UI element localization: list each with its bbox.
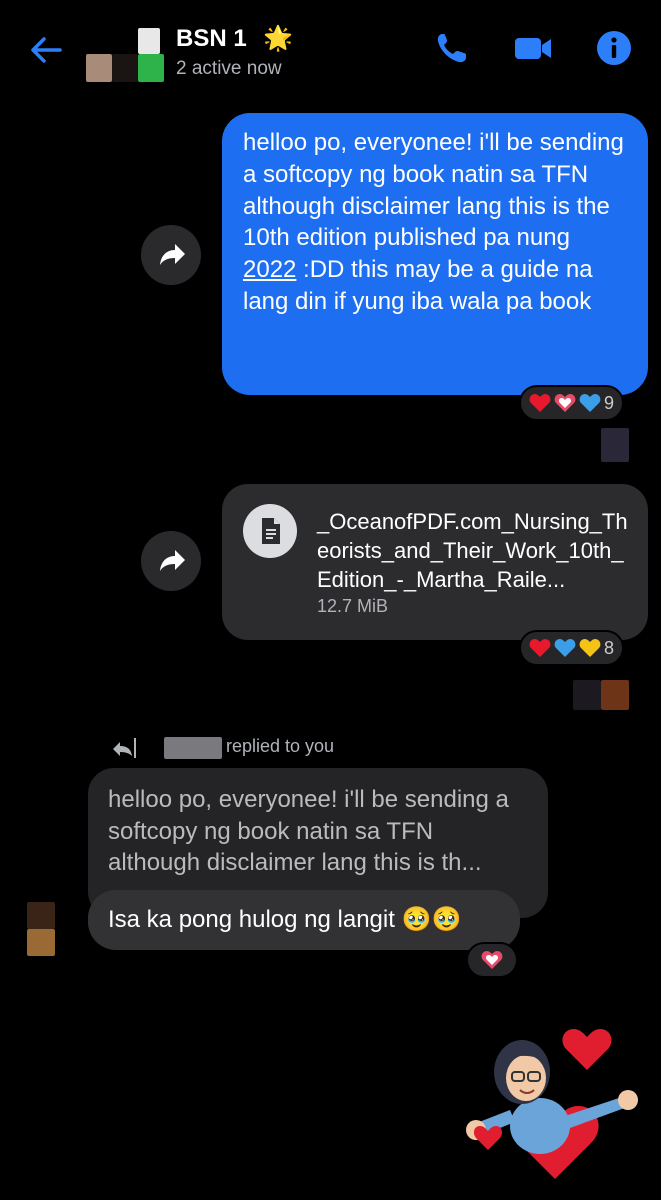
forward-button[interactable] xyxy=(141,531,201,591)
file-size: 12.7 MiB xyxy=(317,596,389,616)
share-arrow-icon xyxy=(160,244,185,265)
blue-heart-icon xyxy=(554,639,576,657)
info-icon[interactable] xyxy=(594,28,634,68)
red-heart-icon xyxy=(529,394,551,412)
document-icon xyxy=(243,504,297,558)
red-heart-icon xyxy=(529,639,551,657)
reaction-count: 8 xyxy=(604,637,615,658)
phone-call-icon[interactable] xyxy=(432,28,472,68)
file-name: _OceanofPDF.com_Nursing_Theorists_and_Th… xyxy=(317,509,628,592)
forward-button[interactable] xyxy=(141,225,201,285)
redacted-name xyxy=(164,737,222,759)
sparkle-emoji: 🌟 xyxy=(263,25,294,52)
reply-note: replied to you xyxy=(226,736,335,756)
sent-message-bubble[interactable]: helloo po, everyonee! i'll be sending a … xyxy=(222,113,648,395)
video-call-icon[interactable] xyxy=(513,28,553,68)
heart-with-ribbon-icon xyxy=(554,394,576,412)
message-reactions[interactable] xyxy=(466,942,518,978)
heart-with-ribbon-icon xyxy=(481,951,503,969)
message-reactions[interactable]: 8 xyxy=(519,630,625,666)
received-message-bubble[interactable]: Isa ka pong hulog ng langit 🥹🥹 xyxy=(88,890,520,950)
sender-avatar[interactable] xyxy=(27,902,55,956)
conversation-title[interactable]: BSN 1 🌟 xyxy=(176,24,293,53)
share-arrow-icon xyxy=(160,550,185,571)
blue-heart-icon xyxy=(579,394,601,412)
group-avatar[interactable] xyxy=(86,28,166,84)
yellow-heart-icon xyxy=(579,639,601,657)
reply-arrow-icon xyxy=(113,742,132,756)
read-receipt-avatar xyxy=(601,428,629,462)
avatar-sticker[interactable] xyxy=(460,1024,650,1194)
message-reactions[interactable]: 9 xyxy=(519,385,625,421)
reply-divider xyxy=(134,738,136,758)
date-link[interactable]: 2022 xyxy=(243,256,296,283)
reaction-count: 9 xyxy=(604,392,615,413)
back-arrow-icon[interactable] xyxy=(26,30,66,70)
active-status: 2 active now xyxy=(176,58,282,79)
read-receipt-avatars xyxy=(573,680,629,710)
